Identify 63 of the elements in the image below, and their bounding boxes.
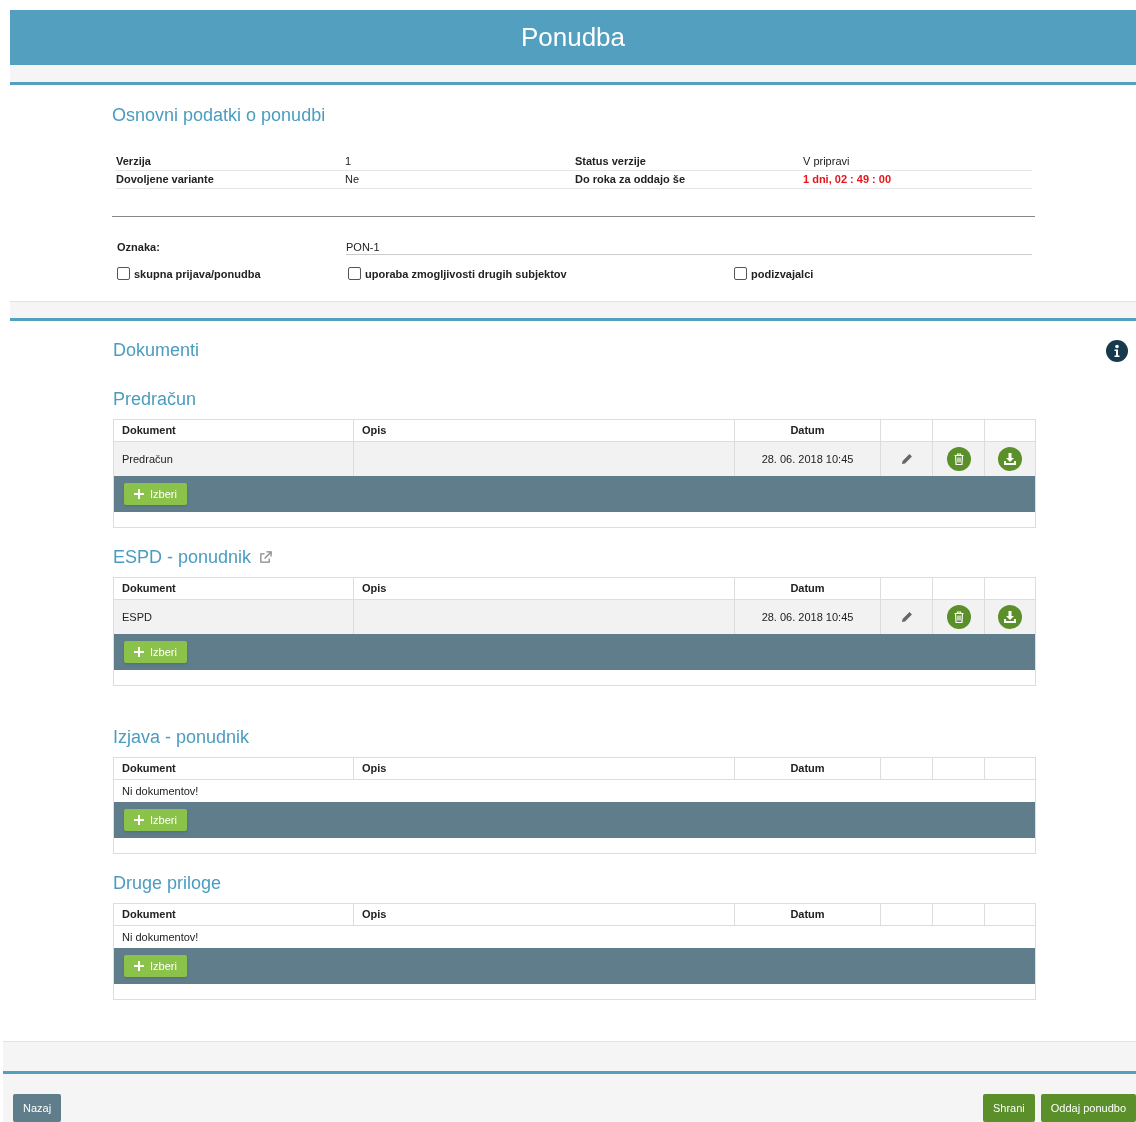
column-header: Opis — [354, 578, 735, 599]
field-label: Oznaka: — [117, 240, 161, 255]
submit-button[interactable]: Shrani — [982, 1094, 1035, 1122]
column-header: Datum — [735, 904, 881, 925]
download-button[interactable] — [998, 605, 1022, 629]
column-header: Opis — [354, 904, 735, 925]
column-header: Opis — [354, 420, 735, 441]
group-title: Predračun — [113, 388, 197, 411]
info-icon[interactable] — [1106, 339, 1128, 362]
page-title: Ponudba — [520, 21, 626, 54]
checkbox[interactable]: uporaba zmogljivosti drugih subjektov — [348, 265, 734, 282]
column-header: Dokument — [114, 578, 354, 599]
add-button[interactable]: Izberi — [124, 483, 187, 505]
section-heading: Osnovni podatki o ponudbi — [112, 104, 327, 127]
input-field[interactable]: PON-1 — [346, 239, 1032, 256]
column-header: Datum — [735, 420, 881, 441]
checkbox-box[interactable] — [348, 267, 361, 281]
checkbox-label: uporaba zmogljivosti drugih subjektov — [365, 266, 567, 282]
checkbox-label: skupna prijava/ponudba — [134, 266, 261, 282]
column-header: Datum — [735, 758, 881, 779]
checkbox-box[interactable] — [734, 267, 747, 281]
back-button[interactable]: Nazaj — [13, 1094, 62, 1122]
submit-button[interactable]: Oddaj ponudbo — [1040, 1094, 1136, 1122]
group-title: ESPD - ponudnik — [113, 546, 252, 569]
plus-icon — [134, 961, 144, 971]
section-heading: Dokumenti — [113, 339, 200, 362]
add-button[interactable]: Izberi — [124, 809, 187, 831]
field-value: V pripravi — [803, 153, 1032, 171]
column-header: Datum — [735, 578, 881, 599]
field-label: Do roka za oddajo še — [575, 171, 803, 189]
checkbox[interactable]: podizvajalci — [734, 265, 1034, 282]
checkbox[interactable]: skupna prijava/ponudba — [117, 265, 348, 282]
column-header: Dokument — [114, 420, 354, 441]
column-header: Dokument — [114, 758, 354, 779]
empty-message: Ni dokumentov! — [122, 783, 199, 799]
field-label: Dovoljene variante — [116, 171, 345, 189]
trash-icon — [953, 453, 964, 465]
field-value: Ne — [345, 171, 575, 189]
delete-button[interactable] — [946, 605, 971, 629]
plus-icon — [134, 489, 144, 499]
group-title: Druge priloge — [113, 872, 222, 895]
checkbox-box[interactable] — [117, 267, 130, 281]
checkbox-label: podizvajalci — [751, 266, 814, 282]
trash-icon — [953, 611, 964, 623]
field-value: 1 dni, 02 : 49 : 00 — [803, 171, 1032, 189]
external-link-icon[interactable] — [259, 551, 273, 564]
pencil-icon[interactable] — [900, 611, 913, 623]
download-icon — [1004, 611, 1016, 623]
group-title: Izjava - ponudnik — [113, 726, 250, 749]
empty-message: Ni dokumentov! — [122, 929, 199, 945]
add-button[interactable]: Izberi — [124, 955, 187, 977]
delete-button[interactable] — [946, 447, 971, 471]
download-button[interactable] — [998, 447, 1022, 471]
field-label: Verzija — [116, 153, 345, 171]
download-icon — [1004, 453, 1016, 465]
column-header: Dokument — [114, 904, 354, 925]
add-button[interactable]: Izberi — [124, 641, 187, 663]
field-value: 1 — [345, 153, 575, 171]
column-header: Opis — [354, 758, 735, 779]
field-label: Status verzije — [575, 153, 803, 171]
plus-icon — [134, 815, 144, 825]
pencil-icon[interactable] — [900, 453, 913, 465]
plus-icon — [134, 647, 144, 657]
